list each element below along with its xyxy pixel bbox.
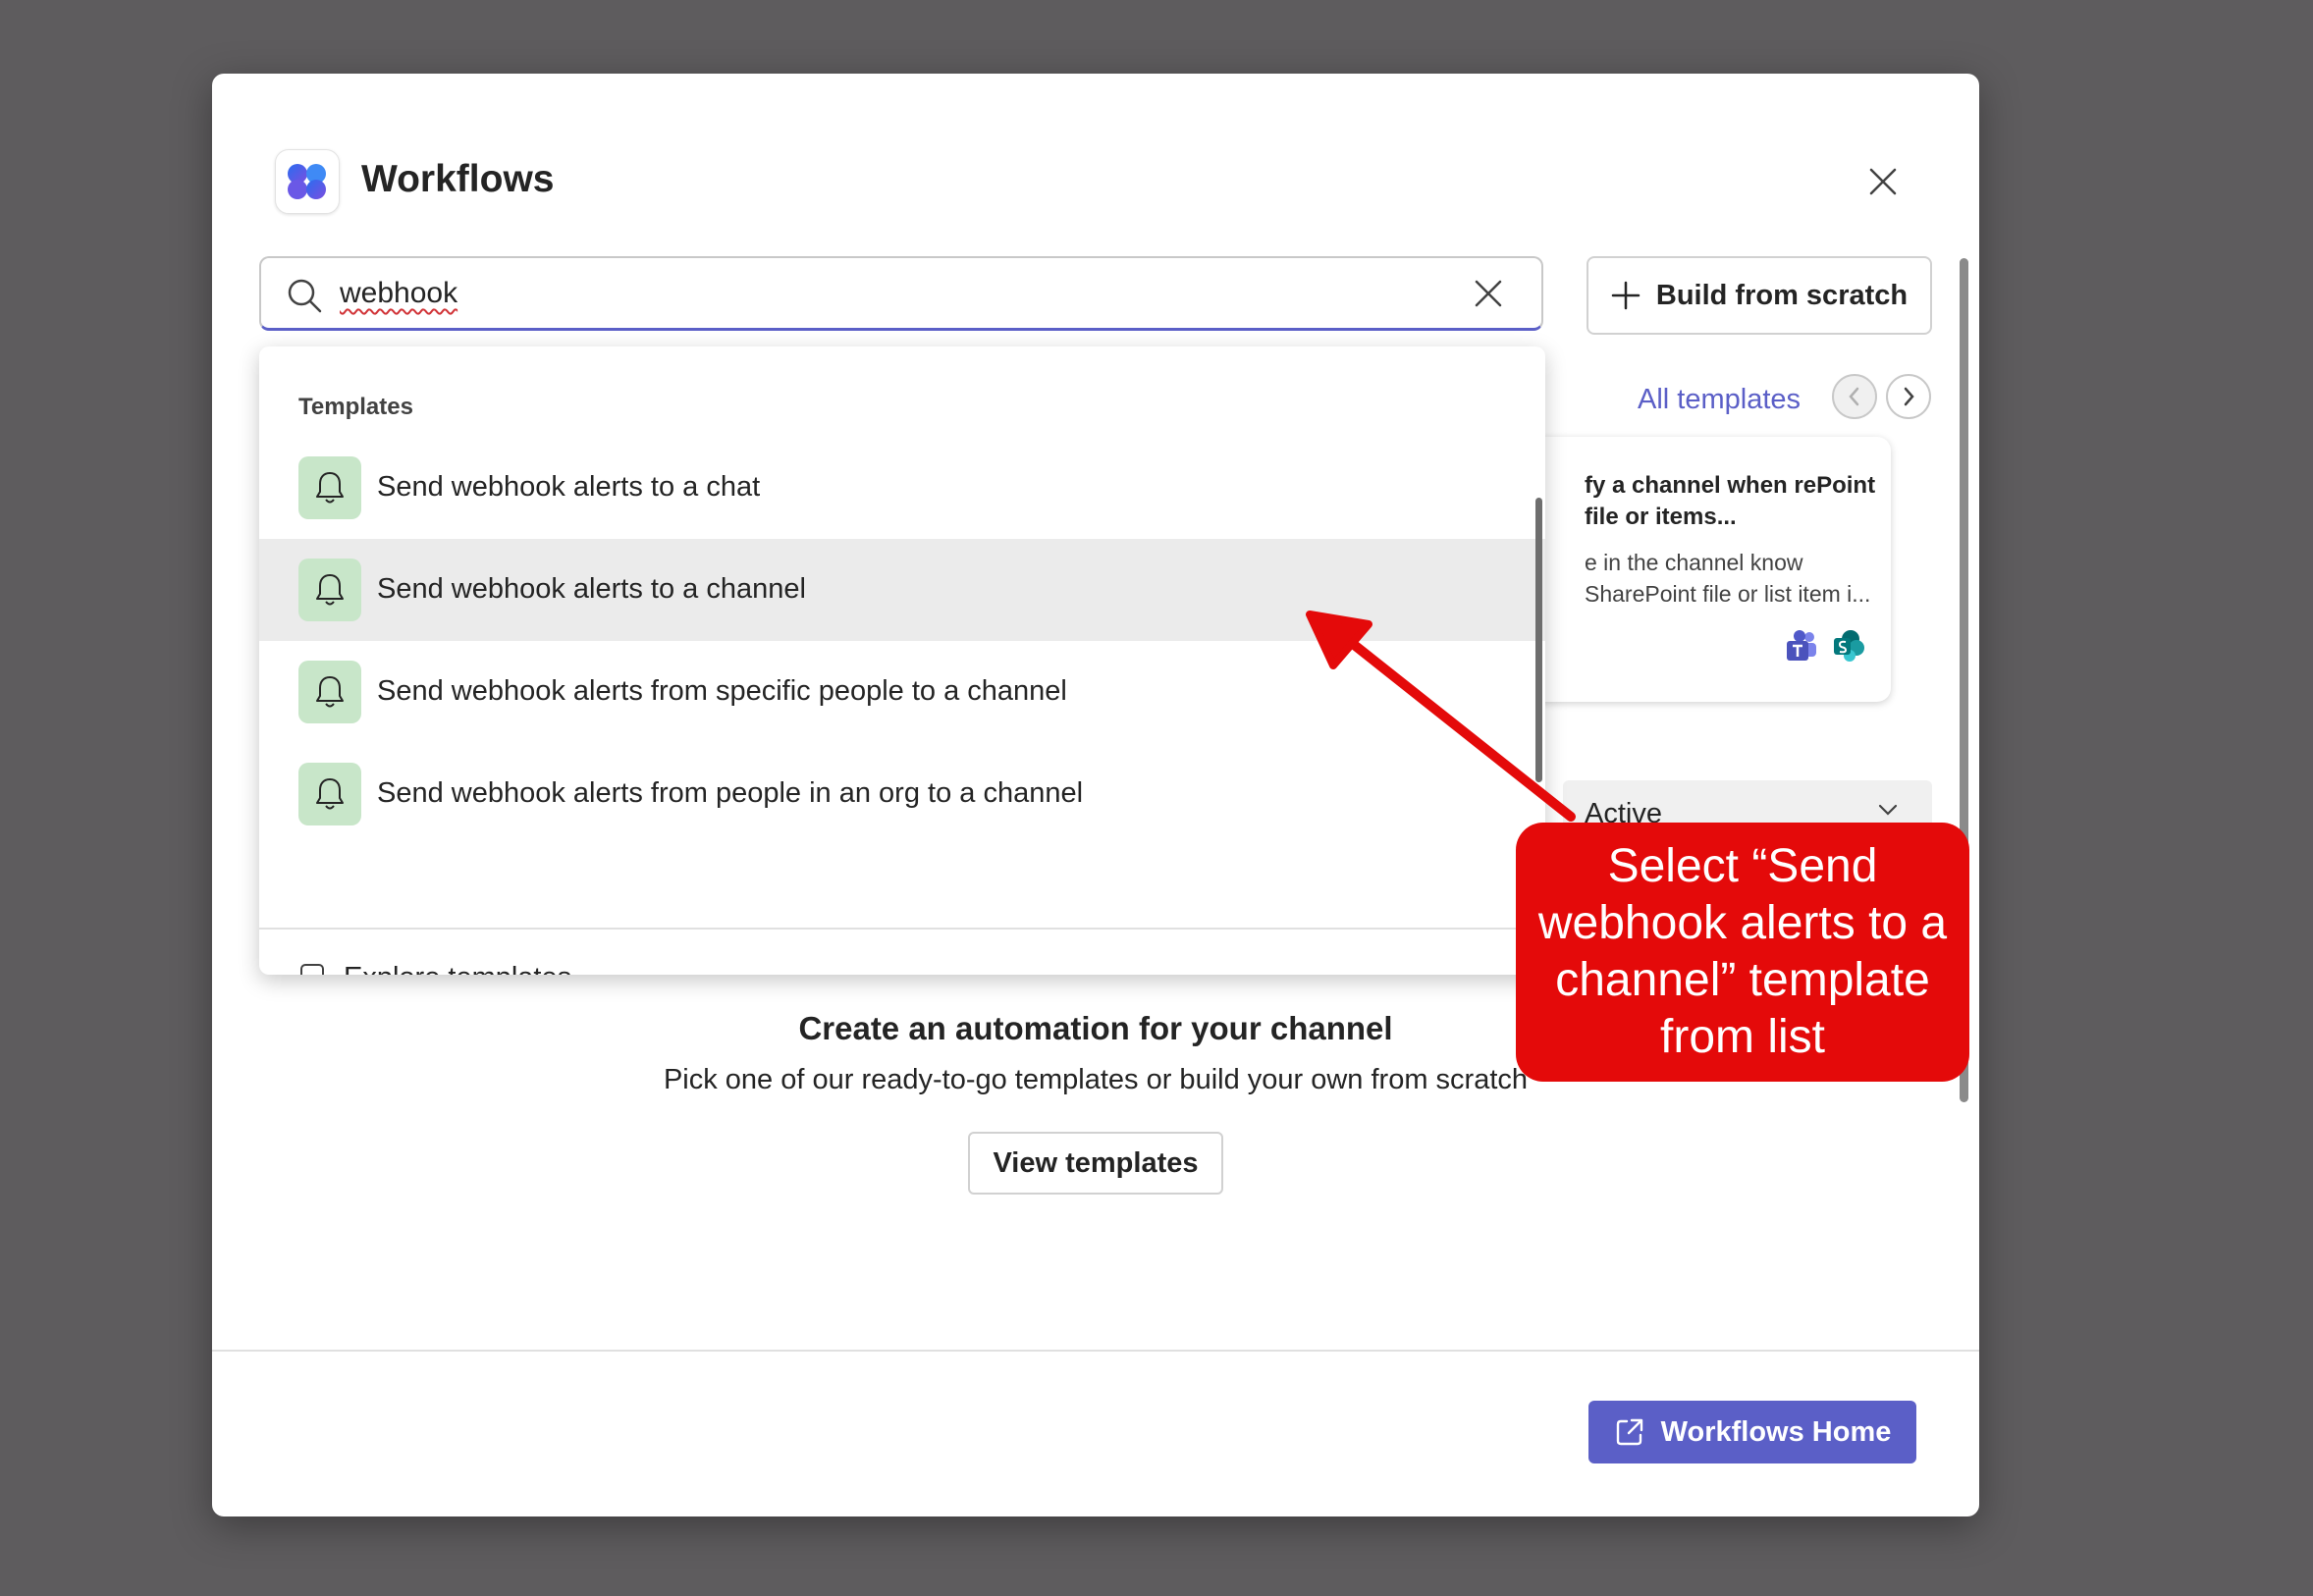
build-from-scratch-button[interactable]: Build from scratch: [1587, 256, 1932, 335]
chevron-down-icon: [1878, 804, 1898, 816]
search-results-dropdown: Templates Send webhook alerts to a chat …: [259, 346, 1545, 975]
template-option-label: Send webhook alerts from specific people…: [377, 675, 1067, 707]
template-option-label: Send webhook alerts from people in an or…: [377, 777, 1084, 809]
explore-templates-icon: [300, 964, 324, 975]
chevron-left-icon: [1849, 387, 1859, 406]
template-option-specific-people[interactable]: Send webhook alerts from specific people…: [259, 641, 1545, 743]
bell-icon: [298, 661, 361, 723]
search-value[interactable]: webhook: [340, 273, 457, 314]
annotation-callout: Select “Send webhook alerts to a channel…: [1516, 823, 1969, 1082]
template-option-chat[interactable]: Send webhook alerts to a chat: [259, 437, 1545, 539]
view-templates-button[interactable]: View templates: [968, 1132, 1223, 1195]
template-option-channel[interactable]: Send webhook alerts to a channel: [259, 539, 1545, 641]
template-card-description: e in the channel know SharePoint file or…: [1585, 550, 1871, 607]
bell-icon: [298, 559, 361, 621]
bell-icon: [298, 763, 361, 825]
close-icon: [1869, 168, 1897, 195]
search-icon: [288, 279, 322, 313]
workflows-dialog: Workflows webhook Build from scratch All…: [212, 74, 1979, 1516]
template-card-icons: [1785, 629, 1865, 663]
bell-icon: [298, 456, 361, 519]
dialog-title: Workflows: [361, 158, 555, 200]
clear-icon[interactable]: [1469, 274, 1508, 313]
plus-icon: [1611, 281, 1641, 310]
template-option-org-people[interactable]: Send webhook alerts from people in an or…: [259, 743, 1545, 845]
footer-divider: [212, 1350, 1979, 1352]
build-from-scratch-label: Build from scratch: [1655, 279, 1909, 311]
explore-templates-label: Explore templates: [344, 962, 571, 976]
sharepoint-icon: [1834, 630, 1864, 662]
dropdown-divider: [259, 928, 1545, 930]
workflows-home-button[interactable]: Workflows Home: [1588, 1401, 1916, 1463]
carousel-prev-button[interactable]: [1832, 374, 1877, 419]
carousel-next-button[interactable]: [1886, 374, 1931, 419]
close-button[interactable]: [1861, 160, 1905, 203]
explore-templates-link[interactable]: Explore templates: [298, 961, 571, 975]
template-option-label: Send webhook alerts to a channel: [377, 573, 806, 605]
view-templates-label: View templates: [993, 1146, 1199, 1179]
template-option-label: Send webhook alerts to a chat: [377, 471, 761, 503]
search-input[interactable]: webhook: [259, 256, 1543, 331]
open-external-icon: [1616, 1418, 1642, 1446]
workflows-logo-icon: [275, 149, 340, 214]
all-templates-link[interactable]: All templates: [1638, 380, 1801, 419]
teams-icon: [1787, 630, 1816, 661]
chevron-right-icon: [1904, 387, 1914, 406]
workflows-home-label: Workflows Home: [1660, 1415, 1892, 1448]
dropdown-scrollbar[interactable]: [1535, 498, 1542, 782]
template-card-title: fy a channel when rePoint file or items.…: [1585, 472, 1876, 530]
templates-section-header: Templates: [298, 394, 413, 420]
